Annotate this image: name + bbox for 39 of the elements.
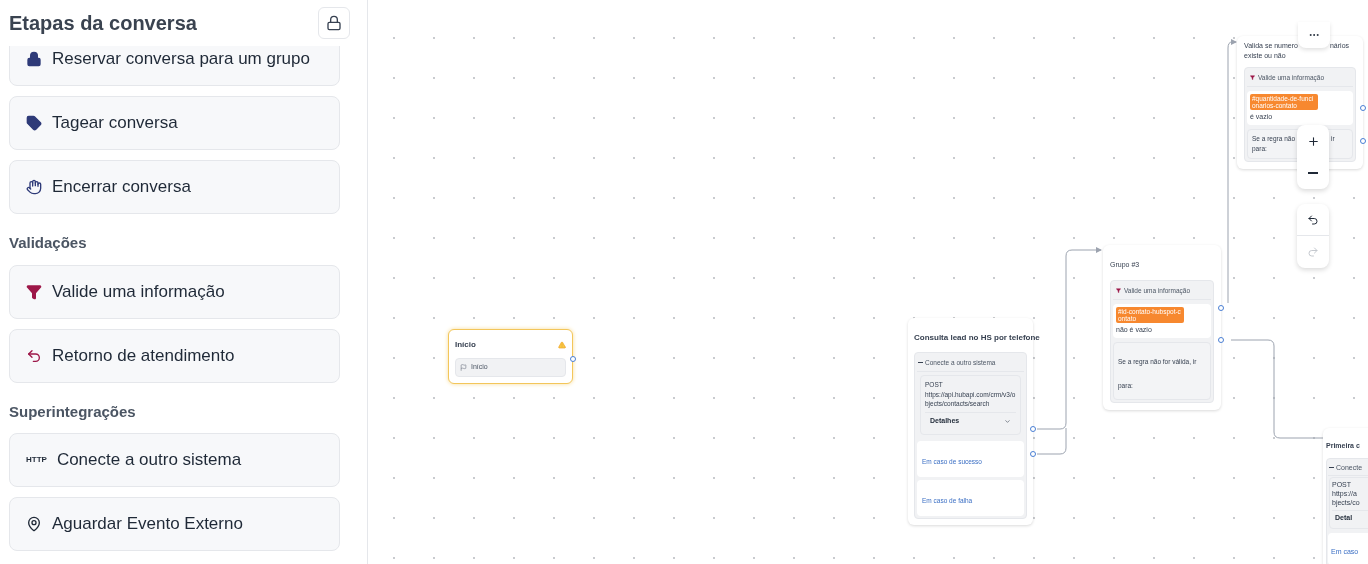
filter-icon xyxy=(1250,75,1255,81)
step-item[interactable]: Valide uma informação xyxy=(9,264,340,319)
step-item[interactable]: Retorno de atendimento xyxy=(9,328,340,383)
connection-handle[interactable] xyxy=(1030,426,1036,432)
dash-icon xyxy=(1329,467,1334,468)
step-item[interactable]: Aguardar Evento Externo xyxy=(9,497,340,551)
sidebar-title: Etapas da conversa xyxy=(9,11,197,36)
connection-handle[interactable] xyxy=(570,356,576,362)
dash-icon xyxy=(918,362,923,364)
hand-icon xyxy=(26,179,42,195)
warning-icon xyxy=(558,341,566,349)
chevron-down-icon xyxy=(1004,417,1011,425)
http-label: HTTP xyxy=(26,456,47,464)
redo-icon xyxy=(1307,246,1319,258)
tag-icon xyxy=(26,115,42,131)
plus-icon xyxy=(1306,134,1320,148)
connection-handle[interactable] xyxy=(1360,105,1366,111)
pin-icon xyxy=(26,516,42,532)
minus-icon xyxy=(1308,172,1318,174)
section-heading: Validações xyxy=(9,233,88,253)
step-item[interactable]: Encerrar conversa xyxy=(9,160,340,214)
flag-icon xyxy=(460,363,467,371)
filter-icon xyxy=(1116,288,1121,294)
step-item[interactable]: Tagear conversa xyxy=(9,96,340,150)
connection-handle[interactable] xyxy=(1360,138,1366,144)
node-title: Início xyxy=(455,339,476,351)
lock-icon xyxy=(26,51,42,67)
step-item[interactable]: Reservar conversa para um grupo xyxy=(9,46,340,86)
lock-icon xyxy=(326,15,342,31)
connection-handle[interactable] xyxy=(1218,305,1224,311)
filter-icon xyxy=(26,283,42,300)
undo-icon xyxy=(1307,213,1319,226)
section-heading: Superintegrações xyxy=(9,401,137,422)
connection-handle[interactable] xyxy=(1218,337,1224,343)
step-item[interactable]: HTTP Conecte a outro sistema xyxy=(9,433,340,487)
connection-handle[interactable] xyxy=(1030,451,1036,457)
return-arrow-icon xyxy=(26,347,42,364)
node-title: Consulta lead no HS por telefone xyxy=(914,333,1040,342)
lock-button[interactable] xyxy=(318,7,350,39)
